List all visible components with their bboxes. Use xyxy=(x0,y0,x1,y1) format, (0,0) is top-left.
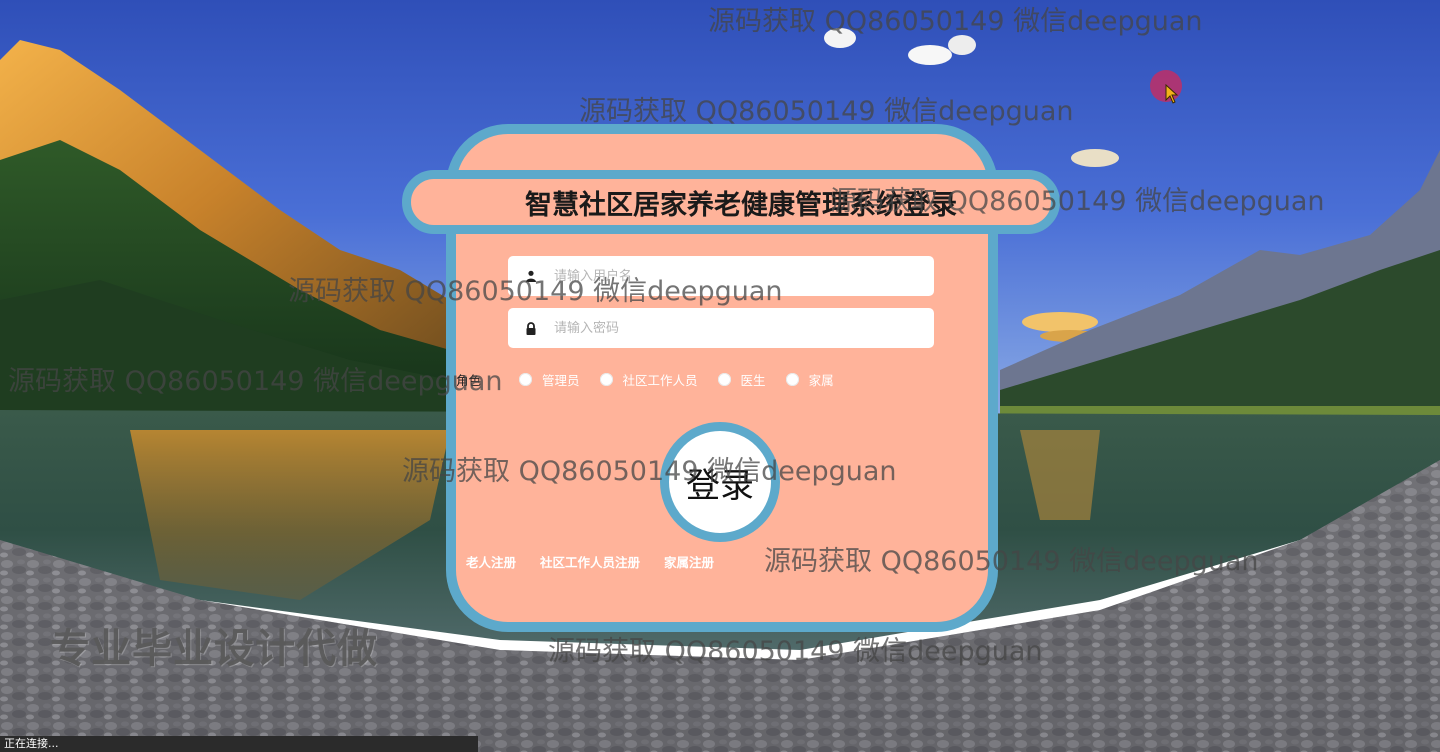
promo-text: 专业毕业设计代做 xyxy=(50,626,378,672)
radio-button[interactable] xyxy=(599,372,613,386)
radio-button[interactable] xyxy=(717,372,731,386)
watermark-text: 源码获取 QQ86050149 微信deepguan xyxy=(8,366,503,397)
radio-button[interactable] xyxy=(785,372,799,386)
watermark-text: 源码获取 QQ86050149 微信deepguan xyxy=(579,96,1074,127)
role-option-label: 管理员 xyxy=(542,372,580,388)
watermark-text: 源码获取 QQ86050149 微信deepguan xyxy=(402,456,897,487)
role-option-admin[interactable]: 管理员 xyxy=(519,370,580,389)
watermark-text: 源码获取 QQ86050149 微信deepguan xyxy=(830,186,1325,217)
role-option-doctor[interactable]: 医生 xyxy=(717,370,766,389)
watermark-text: 源码获取 QQ86050149 微信deepguan xyxy=(548,636,1043,667)
role-option-family[interactable]: 家属 xyxy=(785,370,834,389)
role-selector: 角色 管理员 社区工作人员 医生 家属 xyxy=(456,368,854,390)
register-links: 老人注册 社区工作人员注册 家属注册 xyxy=(466,552,738,571)
mouse-pointer-icon xyxy=(1165,84,1179,104)
elder-register-link[interactable]: 老人注册 xyxy=(466,552,516,571)
password-input[interactable] xyxy=(546,307,934,349)
status-bar: 正在连接... xyxy=(0,736,478,752)
community-worker-register-link[interactable]: 社区工作人员注册 xyxy=(540,552,640,571)
family-register-link[interactable]: 家属注册 xyxy=(664,552,714,571)
radio-button[interactable] xyxy=(519,372,533,386)
lock-icon xyxy=(516,321,546,335)
watermark-text: 源码获取 QQ86050149 微信deepguan xyxy=(288,276,783,307)
role-option-community-worker[interactable]: 社区工作人员 xyxy=(599,370,698,389)
watermark-text: 源码获取 QQ86050149 微信deepguan xyxy=(764,546,1259,577)
role-option-label: 社区工作人员 xyxy=(622,372,698,388)
watermark-text: 源码获取 QQ86050149 微信deepguan xyxy=(708,6,1203,37)
role-option-label: 医生 xyxy=(740,372,766,388)
password-field[interactable] xyxy=(508,307,934,349)
role-option-label: 家属 xyxy=(808,372,834,388)
